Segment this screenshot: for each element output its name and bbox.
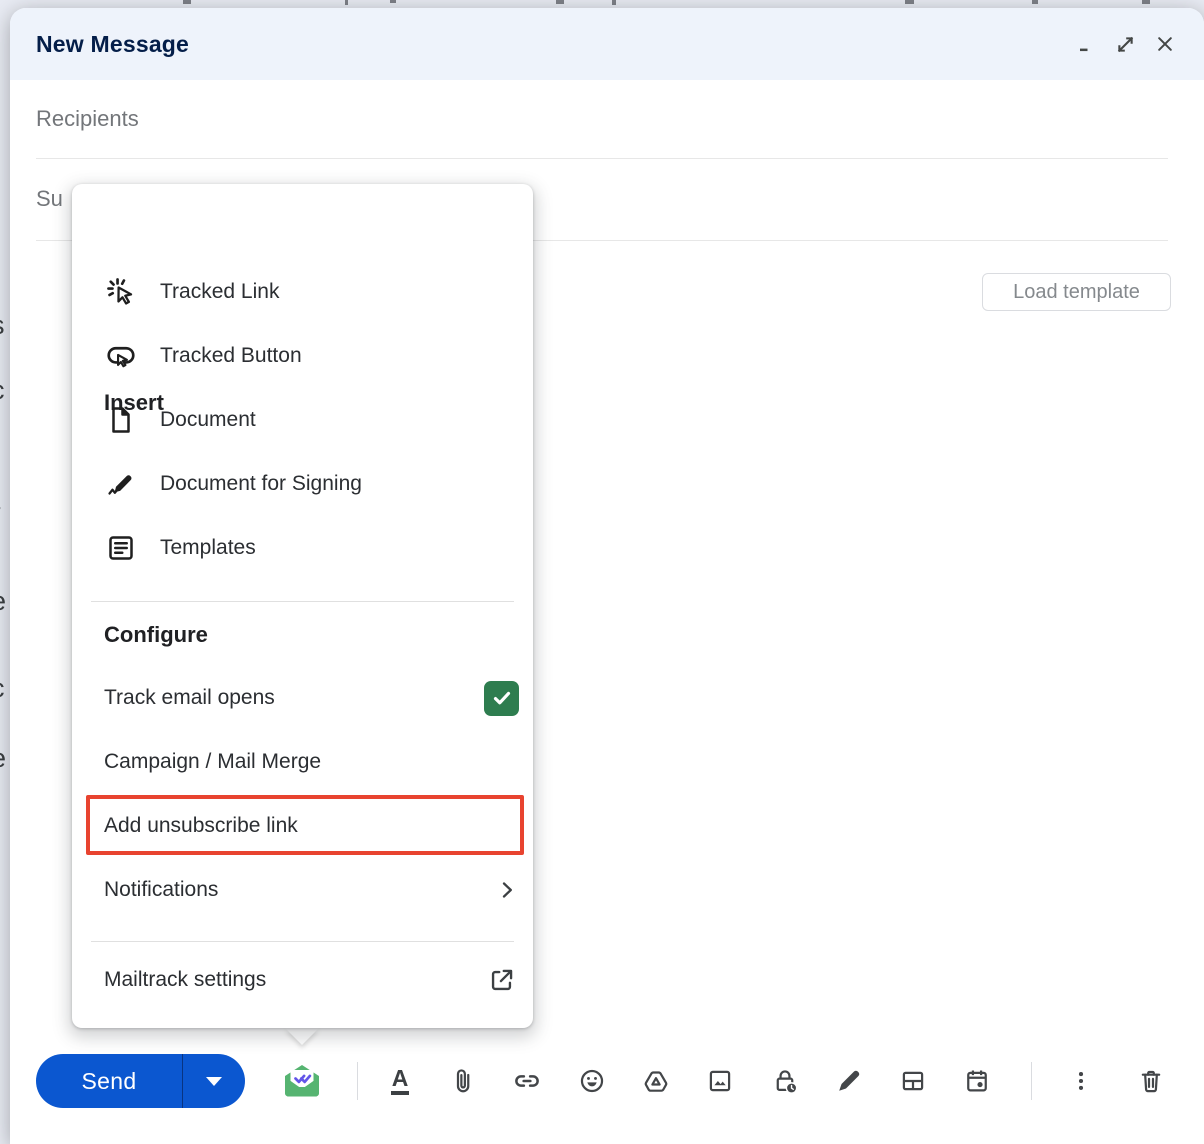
mailtrack-menu: Insert Tracked Link Tracked Button Docum… — [72, 184, 533, 1028]
toolbar-divider — [357, 1062, 358, 1100]
menu-item-track-email-opens[interactable]: Track email opens — [72, 666, 533, 730]
attach-file-icon — [449, 1067, 477, 1095]
send-label: Send — [81, 1067, 137, 1094]
background-text-fragment: e — [0, 588, 6, 615]
menu-item-templates[interactable]: Templates — [72, 516, 533, 580]
menu-item-label: Document — [160, 408, 256, 431]
tracked-button-icon — [104, 339, 138, 373]
send-button-split[interactable]: Send — [36, 1054, 245, 1108]
schedule-send-button[interactable] — [955, 1059, 999, 1103]
drive-icon — [642, 1067, 670, 1095]
menu-item-label: Campaign / Mail Merge — [104, 750, 322, 773]
external-link-icon — [488, 967, 515, 994]
menu-item-label: Tracked Link — [160, 280, 280, 303]
load-template-button[interactable]: Load template — [982, 273, 1171, 311]
menu-section-header-configure: Configure — [104, 622, 208, 647]
background-text-fragment: / — [0, 505, 1, 532]
confidential-mode-button[interactable] — [763, 1059, 807, 1103]
mailtrack-icon — [281, 1063, 323, 1099]
layout-icon — [899, 1067, 927, 1095]
menu-item-label: Templates — [160, 536, 256, 559]
background-text-mark — [183, 0, 191, 4]
menu-item-add-unsubscribe-link[interactable]: Add unsubscribe link — [72, 794, 533, 858]
page-background: ( s c / e c e ) New Message — [0, 0, 1204, 1144]
background-text-mark — [1142, 0, 1150, 4]
chevron-right-icon — [495, 878, 519, 902]
menu-divider — [91, 941, 514, 942]
document-signing-icon — [104, 467, 138, 501]
templates-icon — [104, 531, 138, 565]
background-text-mark — [1032, 0, 1038, 4]
insert-link-icon — [512, 1066, 542, 1096]
compose-header: New Message — [10, 8, 1204, 80]
recipients-placeholder: Recipients — [36, 106, 139, 131]
formatting-icon: A — [390, 1067, 410, 1095]
background-text-mark — [556, 0, 564, 4]
menu-item-label: Add unsubscribe link — [104, 814, 298, 837]
lock-clock-icon — [771, 1067, 799, 1095]
signature-pen-icon — [835, 1067, 863, 1095]
window-controls — [1070, 29, 1180, 59]
menu-item-document[interactable]: Document — [72, 388, 533, 452]
minimize-icon — [1075, 34, 1095, 54]
menu-item-tracked-button[interactable]: Tracked Button — [72, 324, 533, 388]
menu-item-label: Mailtrack settings — [104, 968, 267, 991]
menu-item-document-for-signing[interactable]: Document for Signing — [72, 452, 533, 516]
background-text-mark — [905, 0, 914, 4]
background-text-mark — [390, 0, 396, 3]
more-options-button[interactable] — [1059, 1059, 1103, 1103]
menu-item-label: Notifications — [104, 878, 219, 901]
menu-pointer-tail — [285, 1028, 319, 1045]
discard-draft-button[interactable] — [1129, 1059, 1173, 1103]
menu-item-campaign-mail-merge[interactable]: Campaign / Mail Merge — [72, 730, 533, 794]
background-text-mark — [345, 0, 348, 5]
trash-icon — [1137, 1067, 1165, 1095]
menu-item-notifications[interactable]: Notifications — [72, 858, 533, 922]
menu-item-mailtrack-settings[interactable]: Mailtrack settings — [72, 948, 533, 1012]
schedule-calendar-icon — [963, 1067, 991, 1095]
send-button[interactable]: Send — [36, 1054, 182, 1108]
toolbar-divider — [1031, 1062, 1032, 1100]
more-options-icon — [1068, 1068, 1094, 1094]
attach-files-button[interactable] — [441, 1059, 485, 1103]
background-text-fragment: s — [0, 312, 5, 339]
menu-item-label: Track email opens — [104, 686, 275, 709]
insert-image-icon — [706, 1067, 734, 1095]
minimize-button[interactable] — [1070, 29, 1100, 59]
load-template-label: Load template — [1013, 280, 1140, 303]
menu-item-label: Document for Signing — [160, 472, 362, 495]
recipients-field[interactable]: Recipients — [36, 80, 1168, 159]
open-in-full-icon — [1115, 34, 1136, 55]
tracked-link-icon — [104, 275, 138, 309]
insert-link-button[interactable] — [505, 1059, 549, 1103]
mailtrack-menu-button[interactable] — [280, 1059, 324, 1103]
insert-emoji-button[interactable] — [570, 1059, 614, 1103]
chevron-down-icon — [206, 1076, 222, 1086]
close-button[interactable] — [1150, 29, 1180, 59]
send-options-button[interactable] — [182, 1054, 245, 1108]
menu-item-tracked-link[interactable]: Tracked Link — [72, 260, 533, 324]
menu-divider — [91, 601, 514, 602]
signature-button[interactable] — [827, 1059, 871, 1103]
insert-photo-button[interactable] — [698, 1059, 742, 1103]
subject-placeholder: Su — [36, 186, 63, 211]
window-title: New Message — [36, 30, 190, 57]
layout-button[interactable] — [891, 1059, 935, 1103]
expand-button[interactable] — [1110, 29, 1140, 59]
insert-from-drive-button[interactable] — [634, 1059, 678, 1103]
track-opens-checkbox[interactable] — [484, 680, 519, 716]
document-icon — [104, 403, 138, 437]
menu-item-label: Tracked Button — [160, 344, 302, 367]
background-text-mark — [612, 0, 616, 5]
background-text-fragment: c — [0, 377, 5, 404]
background-text-fragment: c — [0, 675, 5, 702]
background-text-fragment: e — [0, 745, 6, 772]
formatting-options-button[interactable]: A — [378, 1059, 422, 1103]
emoji-icon — [578, 1067, 606, 1095]
close-icon — [1155, 34, 1175, 54]
